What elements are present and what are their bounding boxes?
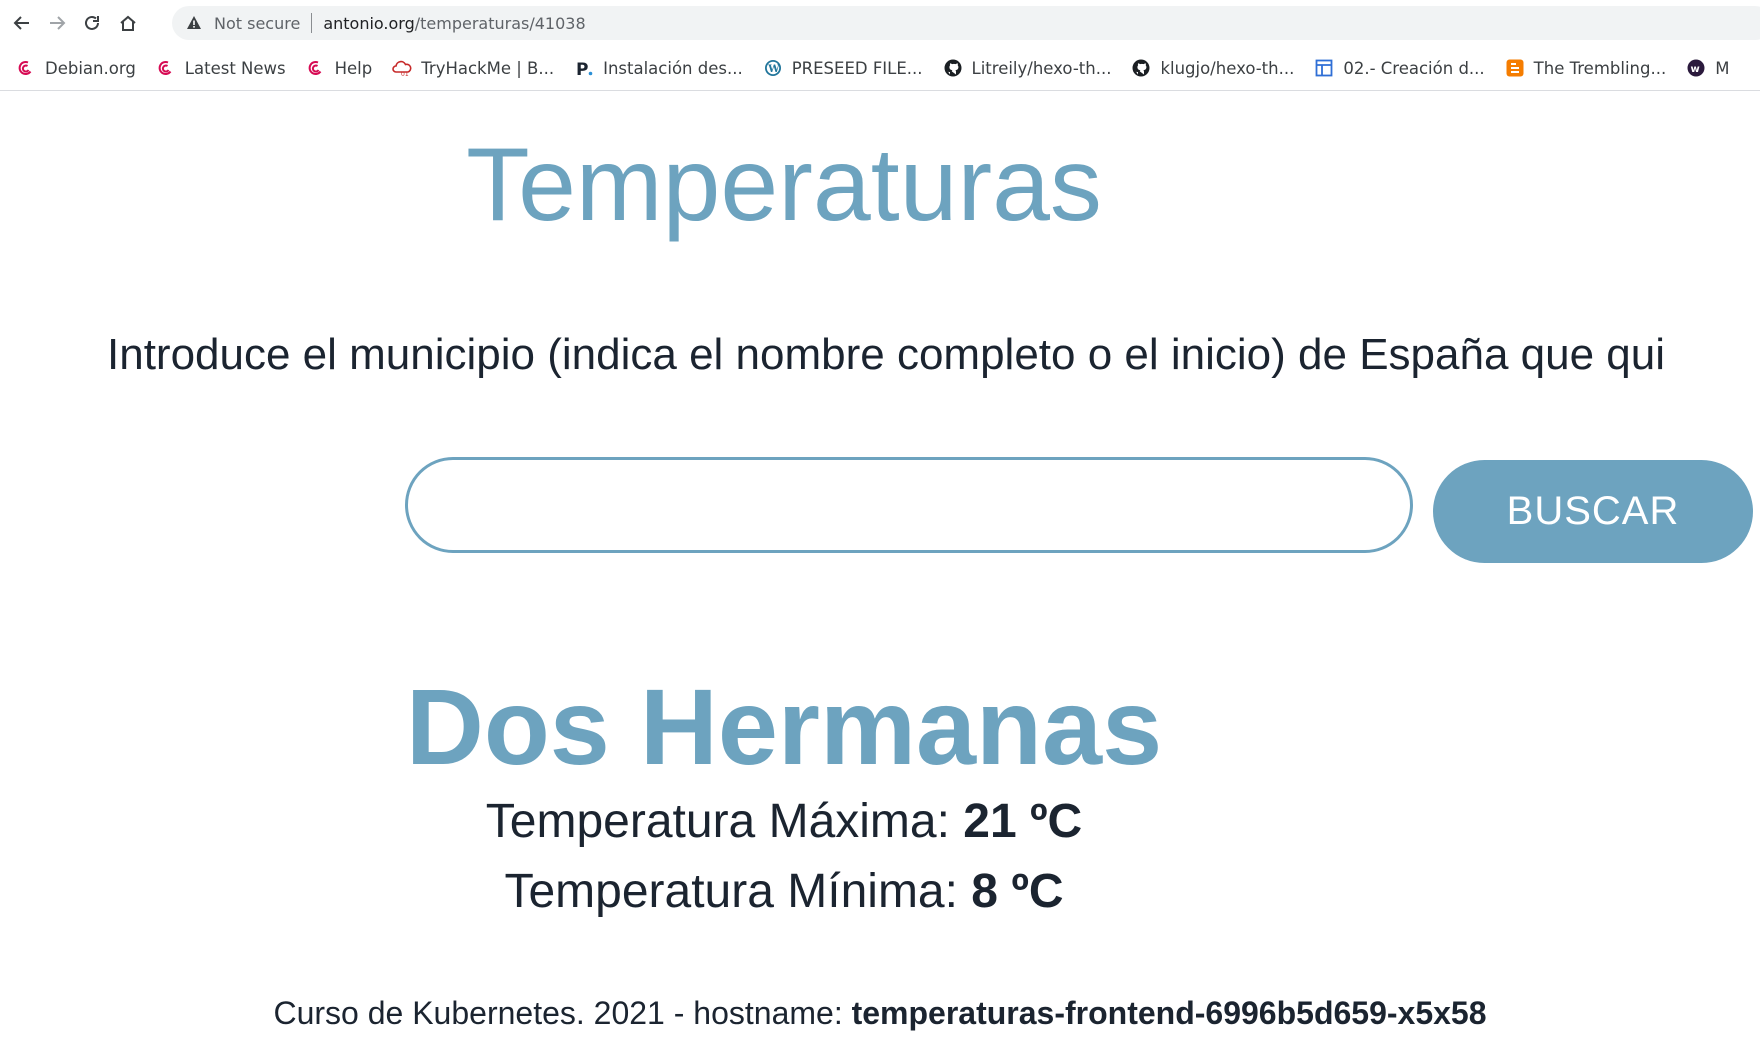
max-temperature-value: 21 ºC (963, 795, 1083, 848)
github-icon (1131, 58, 1151, 78)
buscar-button[interactable]: BUSCAR (1433, 460, 1753, 563)
forward-button[interactable] (40, 6, 74, 40)
bookmark-litreily[interactable]: Litreily/hexo-th... (943, 58, 1112, 78)
bookmark-label: 02.- Creación d... (1343, 58, 1485, 78)
bookmark-help[interactable]: Help (306, 58, 373, 78)
warning-icon (186, 14, 204, 32)
back-arrow-icon (13, 16, 29, 30)
bookmark-label: M (1715, 58, 1730, 78)
debian-icon (16, 58, 36, 78)
reload-button[interactable] (75, 6, 109, 40)
github-icon (943, 58, 963, 78)
footer-text: Curso de Kubernetes. 2021 - hostname: (273, 995, 852, 1031)
url-path: /temperaturas/41038 (414, 13, 586, 33)
tryhackme-icon: 01 (392, 58, 412, 78)
max-temperature-line: Temperatura Máxima: 21 ºC (0, 794, 1568, 849)
forward-arrow-icon (50, 16, 66, 30)
bookmark-creacion[interactable]: 02.- Creación d... (1314, 58, 1485, 78)
bookmark-label: klugjo/hexo-th... (1160, 58, 1295, 78)
bookmarks-bar: Debian.org Latest News Help 01 TryHackMe… (0, 46, 1760, 91)
svg-text:W: W (767, 64, 780, 75)
debian-icon (156, 58, 176, 78)
bookmark-label: Instalación des... (603, 58, 743, 78)
debian-icon (306, 58, 326, 78)
bookmark-m[interactable]: w M (1686, 58, 1729, 78)
bookmark-instalacion[interactable]: P Instalación des... (574, 58, 743, 78)
svg-text:w: w (1691, 64, 1700, 75)
bookmark-label: TryHackMe | B... (421, 58, 555, 78)
security-label[interactable]: Not secure (214, 14, 300, 33)
bookmark-preseed[interactable]: W PRESEED FILE... (763, 58, 923, 78)
bookmark-label: Debian.org (45, 58, 136, 78)
bookmark-label: Litreily/hexo-th... (971, 58, 1112, 78)
bookmark-trembling[interactable]: The Trembling... (1505, 58, 1667, 78)
footer-hostname: temperaturas-frontend-6996b5d659-x5x58 (851, 995, 1487, 1031)
min-temperature-label: Temperatura Mínima: (504, 865, 972, 918)
svg-text:01: 01 (401, 71, 409, 77)
bookmark-label: PRESEED FILE... (791, 58, 923, 78)
wordpress-icon: W (763, 58, 783, 78)
reload-icon (85, 15, 99, 30)
w-circle-icon: w (1686, 58, 1706, 78)
bookmark-label: Latest News (184, 58, 286, 78)
city-name: Dos Hermanas (405, 666, 1163, 787)
footer: Curso de Kubernetes. 2021 - hostname: te… (0, 995, 1760, 1032)
address-bar[interactable]: Not secure antonio.org/temperaturas/4103… (172, 6, 1760, 40)
min-temperature-line: Temperatura Mínima: 8 ºC (0, 864, 1568, 919)
bookmark-tryhackme[interactable]: 01 TryHackMe | B... (392, 58, 554, 78)
bookmark-debian[interactable]: Debian.org (16, 58, 136, 78)
browser-toolbar: Not secure antonio.org/temperaturas/4103… (0, 0, 1760, 46)
home-button[interactable] (111, 6, 145, 40)
url-separator (311, 13, 313, 33)
bookmark-klugjo[interactable]: klugjo/hexo-th... (1131, 58, 1294, 78)
bookmark-label: The Trembling... (1533, 58, 1667, 78)
back-button[interactable] (5, 6, 39, 40)
home-icon (120, 15, 136, 31)
intro-text: Introduce el municipio (indica el nombre… (107, 330, 1666, 379)
bookmark-latest-news[interactable]: Latest News (156, 58, 286, 78)
page-title: Temperaturas (466, 127, 1102, 243)
document-icon (1314, 58, 1334, 78)
municipio-search-input[interactable] (405, 457, 1413, 553)
url-host: antonio.org (323, 13, 415, 33)
blogger-icon (1505, 58, 1525, 78)
max-temperature-label: Temperatura Máxima: (485, 795, 964, 848)
p-logo-icon: P (574, 58, 594, 78)
min-temperature-value: 8 ºC (971, 865, 1064, 918)
bookmark-label: Help (334, 58, 373, 78)
svg-text:P: P (576, 60, 588, 77)
